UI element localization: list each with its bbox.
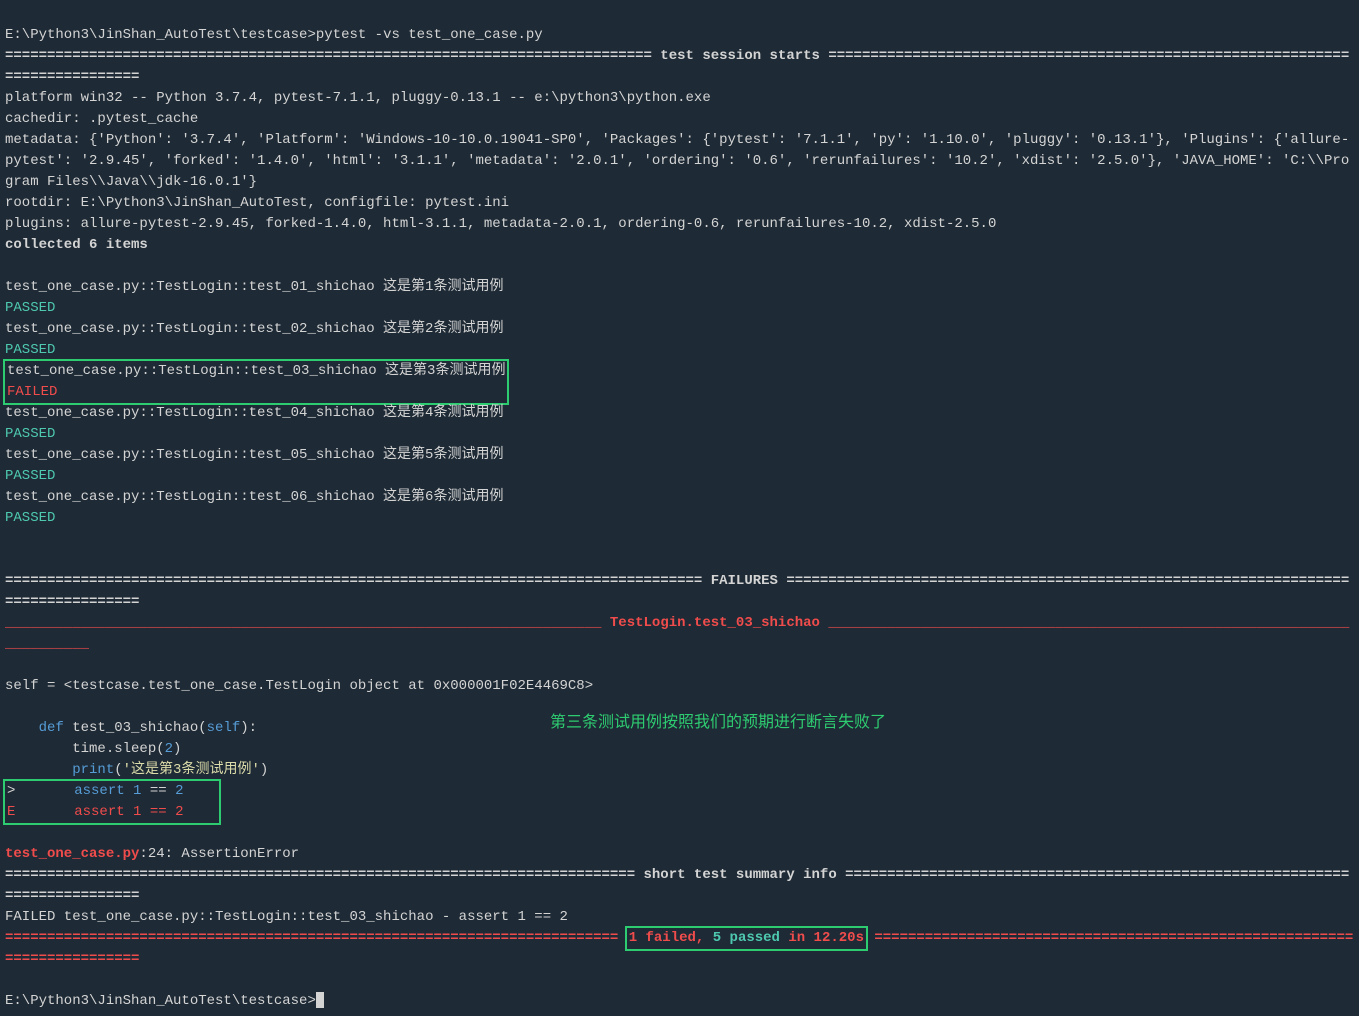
- code-print: print('这是第3条测试用例'): [5, 762, 268, 778]
- test-result: FAILED: [7, 384, 57, 400]
- failure-name: ________________________________________…: [5, 615, 1349, 652]
- command-input: pytest -vs test_one_case.py: [316, 27, 543, 43]
- rootdir-line: rootdir: E:\Python3\JinShan_AutoTest, co…: [5, 195, 509, 211]
- test-result: PASSED: [5, 468, 55, 484]
- test-result: PASSED: [5, 342, 55, 358]
- terminal-output[interactable]: E:\Python3\JinShan_AutoTest\testcase>pyt…: [0, 0, 1359, 1016]
- code-assert-gt: > assert 1 == 2: [7, 783, 217, 799]
- test-line: test_one_case.py::TestLogin::test_05_shi…: [5, 447, 503, 463]
- failures-header: ========================================…: [5, 573, 1349, 610]
- cachedir-line: cachedir: .pytest_cache: [5, 111, 198, 127]
- test-result: PASSED: [5, 426, 55, 442]
- test-results-block: test_one_case.py::TestLogin::test_01_shi…: [5, 277, 1354, 529]
- final-line: ========================================…: [5, 930, 1353, 967]
- test-line: test_one_case.py::TestLogin::test_06_shi…: [5, 489, 503, 505]
- code-assert-e: E assert 1 == 2: [7, 804, 217, 820]
- cursor: [316, 992, 324, 1008]
- plugins-line: plugins: allure-pytest-2.9.45, forked-1.…: [5, 216, 996, 232]
- test-line: test_one_case.py::TestLogin::test_02_shi…: [5, 321, 503, 337]
- test-result: PASSED: [5, 510, 55, 526]
- summary-header: ========================================…: [5, 867, 1349, 904]
- metadata-line: metadata: {'Python': '3.7.4', 'Platform'…: [5, 132, 1349, 190]
- code-sleep: time.sleep(2): [5, 741, 181, 757]
- code-def: def test_03_shichao(self):: [5, 720, 257, 736]
- prompt-end: E:\Python3\JinShan_AutoTest\testcase>: [5, 993, 316, 1009]
- file-error-line: test_one_case.py:24: AssertionError: [5, 846, 299, 862]
- failed-summary: FAILED test_one_case.py::TestLogin::test…: [5, 909, 568, 925]
- test-result: PASSED: [5, 300, 55, 316]
- assert-highlight-box: > assert 1 == 2 E assert 1 == 2: [3, 779, 221, 825]
- prompt: E:\Python3\JinShan_AutoTest\testcase>: [5, 27, 316, 43]
- session-start: ========================================…: [5, 48, 1349, 85]
- test-line: test_one_case.py::TestLogin::test_01_shi…: [5, 279, 503, 295]
- test-line: test_one_case.py::TestLogin::test_03_shi…: [7, 363, 505, 379]
- test-line: test_one_case.py::TestLogin::test_04_shi…: [5, 405, 503, 421]
- platform-line: platform win32 -- Python 3.7.4, pytest-7…: [5, 90, 711, 106]
- collected-line: collected 6 items: [5, 237, 148, 253]
- annotation-text: 第三条测试用例按照我们的预期进行断言失败了: [550, 712, 886, 733]
- self-line: self = <testcase.test_one_case.TestLogin…: [5, 678, 593, 694]
- test-highlight-box: test_one_case.py::TestLogin::test_03_shi…: [3, 359, 509, 405]
